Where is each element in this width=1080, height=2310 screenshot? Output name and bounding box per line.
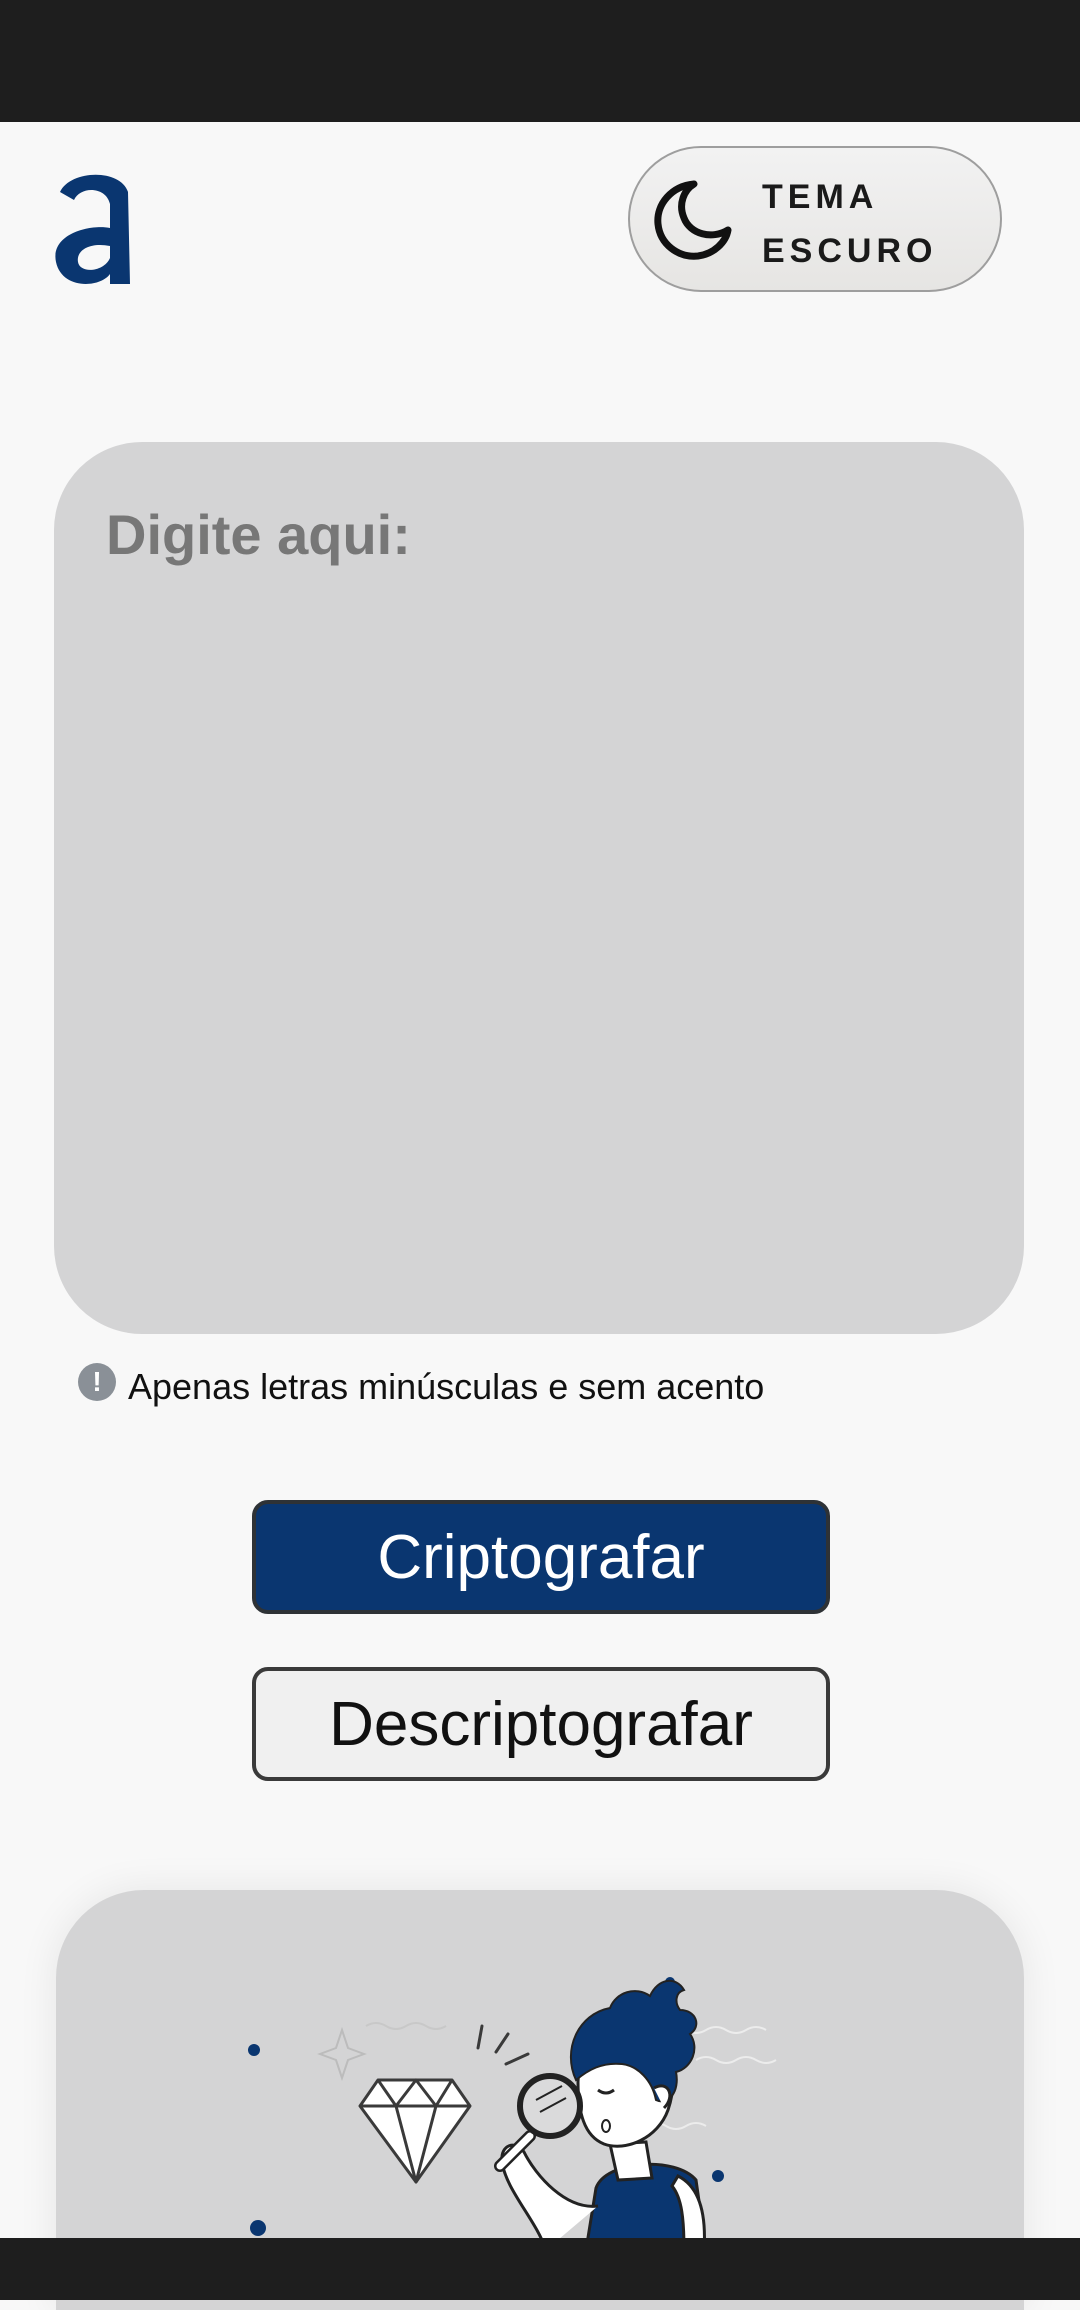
decrypt-button[interactable]: Descriptografar (252, 1667, 830, 1781)
theme-button-label: TEMA ESCURO (762, 170, 982, 278)
moon-icon (654, 180, 732, 260)
theme-label-line2: ESCURO (762, 232, 938, 270)
exclamation-icon: ! (78, 1363, 116, 1401)
dark-theme-button[interactable]: TEMA ESCURO (628, 146, 1002, 292)
detective-diamond-illustration (248, 1977, 777, 2240)
theme-label-line1: TEMA (762, 178, 879, 216)
navigation-bar (0, 2238, 1080, 2300)
input-hint: ! Apenas letras minúsculas e sem acento (78, 1362, 764, 1412)
message-input[interactable] (54, 442, 1024, 1334)
a-logo-icon (55, 174, 131, 284)
status-bar (0, 0, 1080, 122)
encrypt-button[interactable]: Criptografar (252, 1500, 830, 1614)
hint-text: Apenas letras minúsculas e sem acento (128, 1366, 765, 1407)
